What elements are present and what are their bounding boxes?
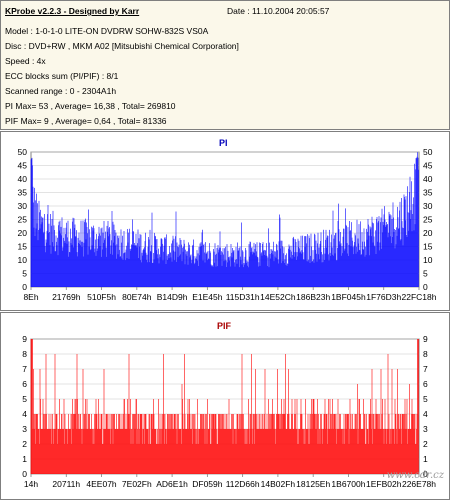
pi-chart: 0 0 5 5 10 10 15 15 20 20 25 25 30 30 35 35 40 40 45 45 50 50… bbox=[18, 147, 437, 302]
pi-xtick-label: 1BF045h bbox=[331, 292, 366, 302]
pif-xtick-label: 4EE07h bbox=[86, 479, 117, 489]
pif-ytick-left: 0 bbox=[22, 469, 27, 479]
pi-ytick-left: 30 bbox=[18, 201, 28, 211]
pi-chart-panel: PI 0 0 5 5 10 10 15 15 20 20 25 25 30 30 35 35 40 40 45 45 5… bbox=[0, 131, 450, 311]
pi-ytick-right: 10 bbox=[423, 255, 433, 265]
pif-xtick-label: 14B02Fh bbox=[261, 479, 296, 489]
pi-xtick-label: 14E52Ch bbox=[260, 292, 296, 302]
pif-xtick-label: 7E02Fh bbox=[122, 479, 152, 489]
pif-xtick-label: 18125Eh bbox=[296, 479, 330, 489]
pi-xtick-label: 8Eh bbox=[23, 292, 38, 302]
pif-ytick-left: 3 bbox=[22, 424, 27, 434]
pif-ytick-left: 1 bbox=[22, 454, 27, 464]
pif-xtick-label: 14h bbox=[24, 479, 38, 489]
pif-xtick-label: AD6E1h bbox=[156, 479, 188, 489]
pif-xtick-label: 1B6700h bbox=[331, 479, 365, 489]
pif-chart: 0 01 12 23 34 45 56 67 78 89 914h 20711h 4EE07h 7E02F… bbox=[22, 334, 436, 489]
pi-ytick-left: 35 bbox=[18, 188, 28, 198]
pif-ytick-right: 6 bbox=[423, 379, 428, 389]
pi-ytick-left: 0 bbox=[22, 282, 27, 292]
pi-xtick-label: B14D9h bbox=[157, 292, 188, 302]
pi-xtick-label: 1F76D3h bbox=[366, 292, 401, 302]
info-panel: KProbe v2.2.3 - Designed by Karr Date : … bbox=[0, 0, 450, 130]
app-title: KProbe v2.2.3 - Designed by Karr bbox=[5, 6, 140, 16]
pi-ytick-right: 0 bbox=[423, 282, 428, 292]
pif-ytick-right: 7 bbox=[423, 364, 428, 374]
pi-ytick-left: 40 bbox=[18, 174, 28, 184]
pi-xtick-label: 115D31h bbox=[226, 292, 260, 302]
pi-ytick-left: 15 bbox=[18, 242, 28, 252]
pi-ytick-left: 5 bbox=[22, 269, 27, 279]
info-pif-stats: PIF Max= 9 , Average= 0,64 , Total= 8133… bbox=[5, 116, 167, 126]
pi-ytick-left: 20 bbox=[18, 228, 28, 238]
pi-ytick-right: 5 bbox=[423, 269, 428, 279]
pi-ytick-right: 15 bbox=[423, 242, 433, 252]
pi-ytick-right: 20 bbox=[423, 228, 433, 238]
pif-ytick-right: 3 bbox=[423, 424, 428, 434]
pi-ytick-right: 30 bbox=[423, 201, 433, 211]
pi-ytick-left: 25 bbox=[18, 215, 28, 225]
pi-xtick-label: 22FC18h bbox=[402, 292, 437, 302]
pif-ytick-left: 9 bbox=[22, 334, 27, 344]
pif-xtick-label: DF059h bbox=[192, 479, 223, 489]
pif-ytick-left: 2 bbox=[22, 439, 27, 449]
info-pi-stats: PI Max= 53 , Average= 16,38 , Total= 269… bbox=[5, 101, 176, 111]
pi-ytick-left: 45 bbox=[18, 161, 28, 171]
watermark-text: www.cdr.cz bbox=[386, 470, 444, 481]
pif-chart-panel: PIF 0 0 1 1 2 2 3 3 4 4 5 5 6 6 7 7 8 8 9 9 14h 20711h 4EE07h 7… bbox=[0, 312, 450, 500]
pif-ytick-right: 1 bbox=[423, 454, 428, 464]
pif-ytick-left: 6 bbox=[22, 379, 27, 389]
pif-ytick-left: 5 bbox=[22, 394, 27, 404]
pi-ytick-right: 35 bbox=[423, 188, 433, 198]
info-ecc: ECC blocks sum (PI/PIF) : 8/1 bbox=[5, 71, 119, 81]
pi-xtick-label: 80E74h bbox=[122, 292, 152, 302]
pi-xtick-label: 186B23h bbox=[296, 292, 330, 302]
pif-xtick-label: 20711h bbox=[52, 479, 80, 489]
pif-ytick-right: 2 bbox=[423, 439, 428, 449]
scan-date: Date : 11.10.2004 20:05:57 bbox=[227, 6, 330, 16]
pif-ytick-left: 7 bbox=[22, 364, 27, 374]
pif-ytick-right: 9 bbox=[423, 334, 428, 344]
info-model: Model : 1-0-1-0 LITE-ON DVDRW SOHW-832S … bbox=[5, 26, 209, 36]
pi-ytick-right: 50 bbox=[423, 147, 433, 157]
pi-ytick-right: 25 bbox=[423, 215, 433, 225]
pif-ytick-right: 8 bbox=[423, 349, 428, 359]
pi-ytick-right: 45 bbox=[423, 161, 433, 171]
info-speed: Speed : 4x bbox=[5, 56, 46, 66]
pi-xtick-label: 510F5h bbox=[87, 292, 116, 302]
pi-ytick-left: 10 bbox=[18, 255, 28, 265]
pif-ytick-left: 8 bbox=[22, 349, 27, 359]
pif-ytick-right: 4 bbox=[423, 409, 428, 419]
pif-ytick-right: 5 bbox=[423, 394, 428, 404]
pif-ytick-left: 4 bbox=[22, 409, 27, 419]
pi-xtick-label: 21769h bbox=[52, 292, 81, 302]
pi-ytick-right: 40 bbox=[423, 174, 433, 184]
info-range: Scanned range : 0 - 2304A1h bbox=[5, 86, 117, 96]
pi-ytick-left: 50 bbox=[18, 147, 28, 157]
info-disc: Disc : DVD+RW , MKM A02 [Mitsubishi Chem… bbox=[5, 41, 239, 51]
pif-xtick-label: 112D66h bbox=[226, 479, 260, 489]
pi-xtick-label: E1E45h bbox=[192, 292, 223, 302]
